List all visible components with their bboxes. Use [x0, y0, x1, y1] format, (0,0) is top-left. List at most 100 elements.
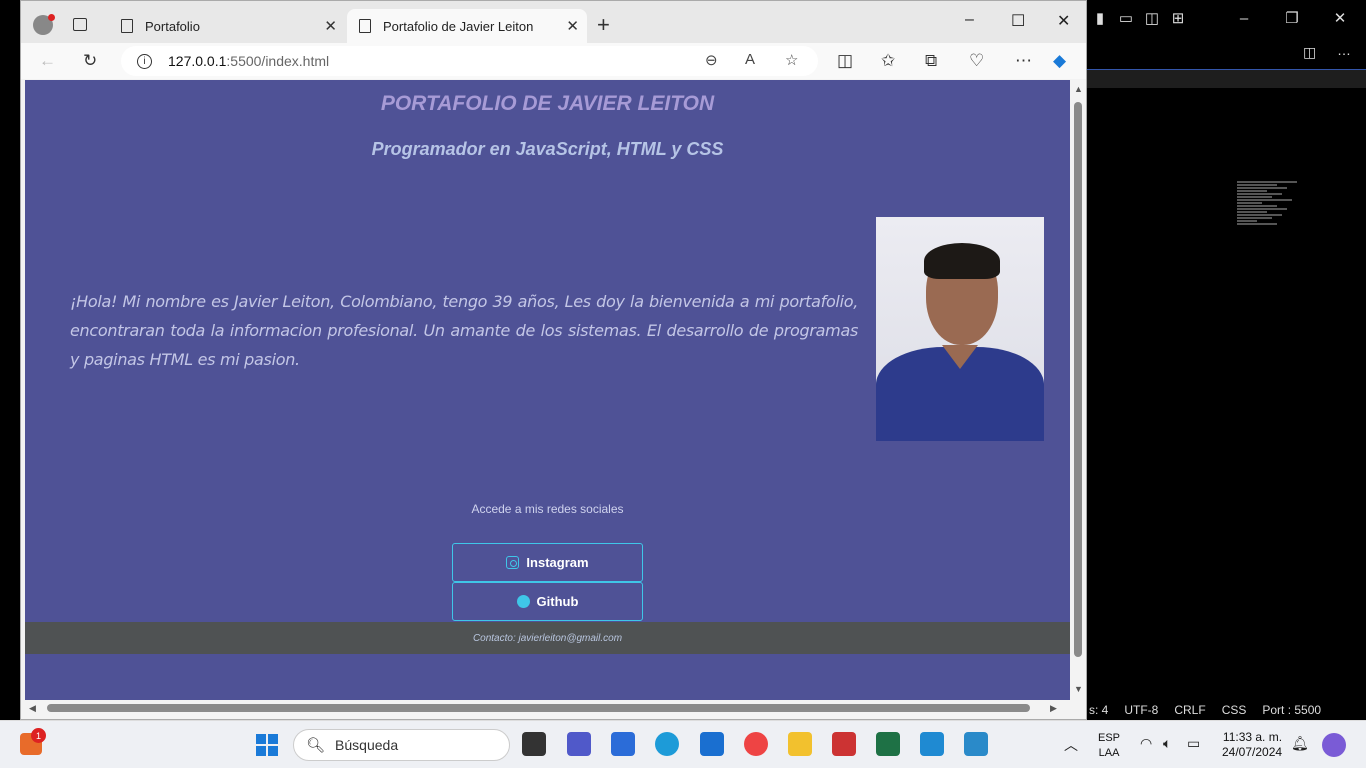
close-window-icon[interactable]: ✕: [1057, 11, 1070, 31]
vscode-tabs: ◫ …: [1087, 36, 1366, 70]
scroll-right-icon[interactable]: ▶: [1050, 703, 1057, 714]
split-screen-icon[interactable]: ◫: [837, 51, 853, 71]
task-view-icon[interactable]: [522, 732, 546, 756]
scroll-left-icon[interactable]: ◀: [29, 703, 36, 714]
clock-date: 24/07/2024: [1222, 745, 1283, 759]
settings-menu-icon[interactable]: ⋯: [1015, 51, 1032, 71]
instagram-icon: [506, 556, 520, 569]
maximize-icon[interactable]: ☐: [1011, 11, 1025, 31]
vscode-activity-bar: [0, 0, 20, 720]
panel-icon[interactable]: ▭: [1113, 9, 1139, 27]
browser-window: Portafolio ✕ Portafolio de Javier Leiton…: [20, 0, 1087, 720]
vscode-minimize-icon[interactable]: –: [1231, 10, 1257, 27]
social-label: Accede a mis redes sociales: [471, 502, 624, 516]
taskbar-search[interactable]: 🔍︎ Búsqueda: [293, 729, 510, 761]
minimize-icon[interactable]: –: [965, 11, 974, 29]
split-editor-icon[interactable]: ◫: [1303, 44, 1316, 61]
url-path: :5500/index.html: [226, 53, 330, 69]
battery-icon[interactable]: ▭: [1187, 735, 1200, 752]
tab-strip: Portafolio ✕ Portafolio de Javier Leiton…: [21, 1, 1086, 43]
clock[interactable]: 11:33 a. m. 24/07/2024: [1222, 730, 1282, 760]
instagram-label: Instagram: [526, 555, 589, 570]
horizontal-scroll-thumb[interactable]: [47, 704, 1030, 712]
split-icon[interactable]: ◫: [1139, 9, 1165, 27]
collections-icon[interactable]: ⧉: [925, 51, 937, 71]
vscode-icon[interactable]: [920, 732, 944, 756]
layout-icon[interactable]: ▮: [1087, 9, 1113, 27]
github-button[interactable]: Github: [452, 582, 643, 621]
footer: Contacto: javierleiton@gmail.com: [25, 622, 1070, 654]
status-encoding[interactable]: UTF-8: [1124, 703, 1158, 717]
status-language[interactable]: CSS: [1222, 703, 1247, 717]
contact-text: Contacto: javierleiton@gmail.com: [472, 632, 623, 644]
url-host: 127.0.0.1: [168, 53, 227, 69]
tab-actions-icon[interactable]: [73, 18, 87, 31]
refresh-icon[interactable]: ↻: [83, 51, 97, 71]
notifications-icon[interactable]: 🔔︎: [1291, 735, 1309, 752]
back-icon[interactable]: ←: [39, 51, 56, 71]
access-icon[interactable]: [832, 732, 856, 756]
page-icon: [121, 19, 133, 33]
clock-time: 11:33 a. m.: [1222, 730, 1283, 744]
status-indent[interactable]: s: 4: [1089, 703, 1108, 717]
vertical-scrollbar[interactable]: ▲ ▼: [1070, 80, 1086, 700]
new-tab-button[interactable]: +: [597, 12, 610, 38]
widgets-badge: 1: [31, 728, 46, 743]
edge-icon[interactable]: [655, 732, 679, 756]
notepad-icon[interactable]: [964, 732, 988, 756]
vscode-window: ▮ ▭ ◫ ⊞ – ❐ ✕ ◫ … s: 4 UTF-8 CRLF CSS Po…: [1087, 0, 1366, 720]
chrome-icon[interactable]: [744, 732, 768, 756]
tab-portafolio[interactable]: Portafolio ✕: [109, 9, 345, 43]
teams-icon[interactable]: [567, 732, 591, 756]
close-tab-icon[interactable]: ✕: [566, 17, 579, 35]
horizontal-scrollbar[interactable]: ◀ ▶: [25, 700, 1070, 716]
scroll-up-icon[interactable]: ▲: [1074, 84, 1083, 94]
tab-label: Portafolio de Javier Leiton: [383, 18, 534, 34]
vscode-editor[interactable]: [1087, 88, 1366, 700]
start-button[interactable]: [256, 734, 278, 756]
status-live-server[interactable]: Port : 5500: [1262, 703, 1321, 717]
github-icon: [516, 595, 530, 608]
minimap[interactable]: [1237, 180, 1337, 380]
vertical-scroll-thumb[interactable]: [1074, 102, 1082, 657]
intro-text: ¡Hola! Mi nombre es Javier Leiton, Colom…: [70, 292, 858, 369]
browser-toolbar: ← ↻ i 127.0.0.1 :5500/index.html ⊖ A ☆ ◫…: [21, 43, 1086, 79]
instagram-button[interactable]: Instagram: [452, 543, 643, 582]
copilot-icon[interactable]: ◆: [1053, 51, 1066, 71]
search-placeholder: Búsqueda: [335, 737, 399, 753]
close-tab-icon[interactable]: ✕: [324, 17, 337, 35]
lang-layout: LAA: [1098, 747, 1120, 759]
grid-icon[interactable]: ⊞: [1165, 9, 1191, 27]
page-viewport: PORTAFOLIO DE JAVIER LEITON Programador …: [25, 80, 1070, 700]
excel-icon[interactable]: [876, 732, 900, 756]
page-title: PORTAFOLIO DE JAVIER LEITON: [380, 92, 715, 115]
status-eol[interactable]: CRLF: [1174, 703, 1205, 717]
vscode-restore-icon[interactable]: ❐: [1279, 9, 1305, 27]
copilot-taskbar-icon[interactable]: [1322, 733, 1346, 757]
zoom-out-icon[interactable]: ⊖: [705, 51, 718, 69]
show-hidden-icons[interactable]: ︿: [1064, 735, 1078, 755]
language-indicator[interactable]: ESP LAA: [1098, 731, 1120, 761]
lang-code: ESP: [1098, 732, 1121, 744]
mail-icon[interactable]: [700, 732, 724, 756]
read-aloud-icon[interactable]: A: [745, 51, 755, 68]
volume-icon[interactable]: 🔈︎: [1163, 735, 1171, 752]
vscode-close-icon[interactable]: ✕: [1327, 9, 1353, 27]
info-icon[interactable]: i: [137, 53, 152, 69]
github-label: Github: [536, 594, 579, 609]
more-actions-icon[interactable]: …: [1337, 42, 1351, 58]
wifi-icon[interactable]: ◠: [1140, 735, 1152, 752]
favorite-star-icon[interactable]: ☆: [785, 51, 798, 69]
browser-essentials-icon[interactable]: ♡: [969, 51, 984, 71]
tab-label: Portafolio: [145, 18, 200, 34]
notification-dot: [48, 14, 55, 21]
taskbar: 1 🔍︎ Búsqueda ︿ ESP LAA ◠ 🔈︎ ▭ 11:33 a. …: [0, 720, 1366, 768]
address-bar[interactable]: i 127.0.0.1 :5500/index.html ⊖ A ☆: [121, 46, 818, 76]
store-icon[interactable]: [611, 732, 635, 756]
favorites-icon[interactable]: ✩: [881, 51, 895, 71]
scroll-down-icon[interactable]: ▼: [1074, 684, 1083, 694]
tab-portafolio-javier[interactable]: Portafolio de Javier Leiton ✕: [347, 9, 587, 43]
page-icon: [359, 19, 371, 33]
file-explorer-icon[interactable]: [788, 732, 812, 756]
vscode-statusbar: s: 4 UTF-8 CRLF CSS Port : 5500: [1087, 700, 1366, 720]
